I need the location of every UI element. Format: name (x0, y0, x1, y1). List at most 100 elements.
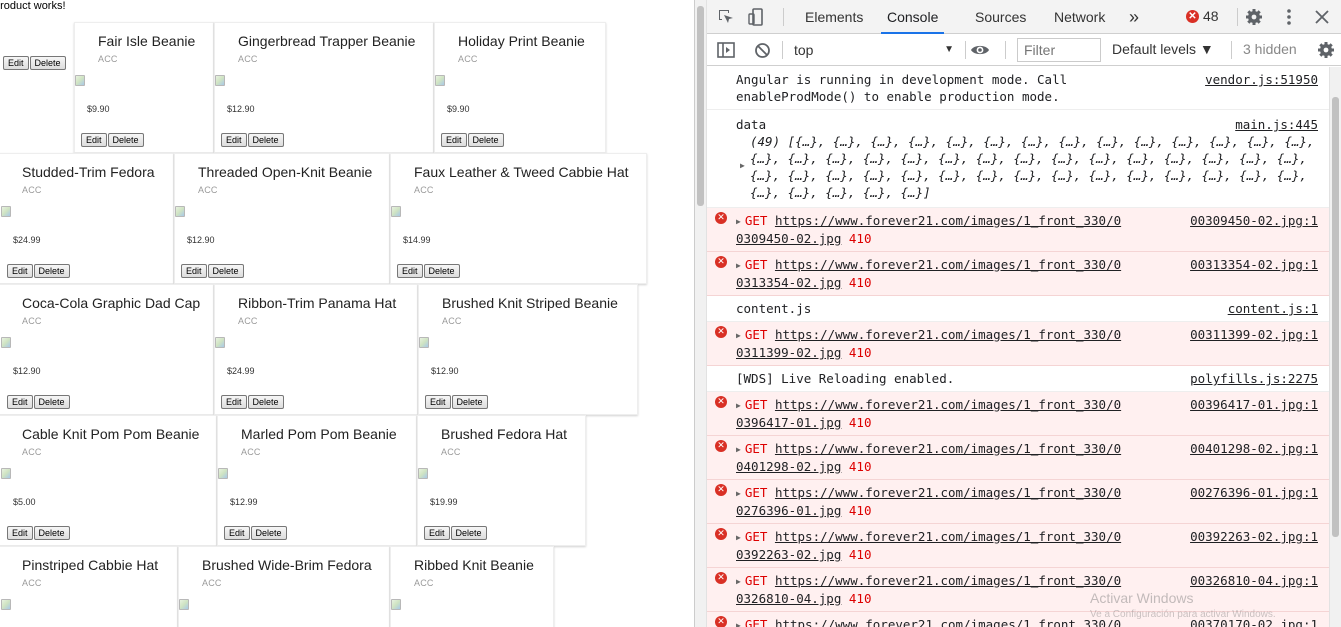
expand-triangle-icon[interactable]: ▶ (736, 257, 741, 274)
expand-triangle-icon[interactable]: ▶ (736, 573, 741, 590)
request-url-tail[interactable]: 0326810-04.jpg (736, 591, 841, 606)
delete-button[interactable]: Delete (107, 133, 144, 147)
tab-network[interactable]: Network (1054, 0, 1105, 34)
edit-button[interactable]: Edit (81, 133, 107, 147)
delete-button[interactable]: Delete (29, 56, 66, 70)
delete-button[interactable]: Delete (450, 526, 487, 540)
source-link[interactable]: content.js:1 (1228, 300, 1318, 317)
page-scrollbar[interactable] (695, 0, 707, 627)
expand-triangle-icon[interactable]: ▶ (736, 485, 741, 502)
request-url-tail[interactable]: 0276396-01.jpg (736, 503, 841, 518)
edit-button[interactable]: Edit (441, 133, 467, 147)
console-scrollbar[interactable] (1329, 67, 1341, 627)
inspect-icon[interactable] (716, 7, 736, 27)
error-icon: ✕ (715, 616, 727, 627)
request-url-tail[interactable]: 0401298-02.jpg (736, 459, 841, 474)
eye-icon[interactable] (970, 40, 990, 60)
settings-icon[interactable] (1244, 7, 1264, 27)
request-url[interactable]: https://www.forever21.com/images/1_front… (775, 573, 1121, 588)
request-url-tail[interactable]: 0396417-01.jpg (736, 415, 841, 430)
edit-button[interactable]: Edit (7, 395, 33, 409)
edit-button[interactable]: Edit (221, 395, 247, 409)
context-select[interactable]: top ▼ (794, 40, 954, 60)
edit-button[interactable]: Edit (3, 56, 29, 70)
edit-button[interactable]: Edit (7, 526, 33, 540)
product-title: Faux Leather & Tweed Cabbie Hat (414, 164, 629, 180)
log-levels-dropdown[interactable]: Default levels ▼ (1112, 41, 1214, 57)
source-link[interactable]: polyfills.js:2275 (1190, 370, 1318, 387)
device-toggle-icon[interactable] (747, 7, 767, 27)
delete-button[interactable]: Delete (33, 264, 70, 278)
request-url[interactable]: https://www.forever21.com/images/1_front… (775, 617, 1121, 627)
edit-button[interactable]: Edit (7, 264, 33, 278)
more-tabs-chevron-icon[interactable]: » (1129, 0, 1139, 34)
array-preview[interactable]: ▶ (49) [{…}, {…}, {…}, {…}, {…}, {…}, {…}… (736, 133, 1318, 201)
console-error-message: ✕ 00392263-02.jpg:1 ▶ GET https://www.forev… (707, 524, 1330, 568)
edit-button[interactable]: Edit (181, 264, 207, 278)
tab-console[interactable]: Console (881, 0, 945, 34)
delete-button[interactable]: Delete (423, 264, 460, 278)
close-icon[interactable] (1312, 7, 1332, 27)
product-category: ACC (22, 578, 42, 588)
tab-elements[interactable]: Elements (805, 0, 863, 34)
request-url-tail[interactable]: 0309450-02.jpg (736, 231, 841, 246)
filter-input[interactable] (1017, 38, 1101, 62)
expand-triangle-icon[interactable]: ▶ (736, 529, 741, 546)
console-error-message: ✕ 00401298-02.jpg:1 ▶ GET https://www.forev… (707, 436, 1330, 480)
delete-button[interactable]: Delete (250, 526, 287, 540)
broken-image-icon (1, 206, 11, 217)
request-url[interactable]: https://www.forever21.com/images/1_front… (775, 397, 1121, 412)
source-link[interactable]: 00313354-02.jpg:1 (1190, 256, 1318, 273)
source-link[interactable]: main.js:445 (1235, 116, 1318, 133)
expand-triangle-icon[interactable]: ▶ (736, 617, 741, 627)
request-url-tail[interactable]: 0311399-02.jpg (736, 345, 841, 360)
source-link[interactable]: 00326810-04.jpg:1 (1190, 572, 1318, 589)
expand-triangle-icon[interactable]: ▶ (736, 397, 741, 414)
request-url[interactable]: https://www.forever21.com/images/1_front… (775, 485, 1121, 500)
source-link[interactable]: 00392263-02.jpg:1 (1190, 528, 1318, 545)
edit-button[interactable]: Edit (425, 395, 451, 409)
delete-button[interactable]: Delete (33, 395, 70, 409)
request-url[interactable]: https://www.forever21.com/images/1_front… (775, 327, 1121, 342)
request-url-tail[interactable]: 0313354-02.jpg (736, 275, 841, 290)
error-icon: ✕ (715, 572, 727, 584)
broken-image-icon (215, 75, 225, 86)
expand-triangle-icon[interactable]: ▶ (736, 441, 741, 458)
request-url[interactable]: https://www.forever21.com/images/1_front… (775, 441, 1121, 456)
error-count-badge[interactable]: ✕ 48 (1186, 8, 1219, 24)
source-link[interactable]: 00396417-01.jpg:1 (1190, 396, 1318, 413)
sidebar-toggle-icon[interactable] (716, 40, 736, 60)
clear-console-icon[interactable] (752, 40, 772, 60)
expand-triangle-icon[interactable]: ▶ (740, 157, 745, 174)
page-scrollbar-thumb[interactable] (697, 6, 704, 206)
source-link[interactable]: vendor.js:51950 (1205, 71, 1318, 88)
delete-button[interactable]: Delete (451, 395, 488, 409)
delete-button[interactable]: Delete (33, 526, 70, 540)
broken-image-icon (1, 337, 11, 348)
edit-button[interactable]: Edit (224, 526, 250, 540)
source-link[interactable]: 00401298-02.jpg:1 (1190, 440, 1318, 457)
delete-button[interactable]: Delete (247, 133, 284, 147)
edit-button[interactable]: Edit (397, 264, 423, 278)
source-link[interactable]: 00276396-01.jpg:1 (1190, 484, 1318, 501)
request-method: GET (744, 397, 768, 412)
expand-triangle-icon[interactable]: ▶ (736, 327, 741, 344)
console-settings-icon[interactable] (1316, 40, 1336, 60)
source-link[interactable]: 00311399-02.jpg:1 (1190, 326, 1318, 343)
delete-button[interactable]: Delete (247, 395, 284, 409)
edit-button[interactable]: Edit (424, 526, 450, 540)
edit-button[interactable]: Edit (221, 133, 247, 147)
request-url[interactable]: https://www.forever21.com/images/1_front… (775, 213, 1121, 228)
tab-sources[interactable]: Sources (975, 0, 1026, 34)
product-price: $12.90 (431, 366, 459, 376)
console-scrollbar-thumb[interactable] (1332, 97, 1339, 537)
delete-button[interactable]: Delete (207, 264, 244, 278)
request-url[interactable]: https://www.forever21.com/images/1_front… (775, 529, 1121, 544)
request-url-tail[interactable]: 0392263-02.jpg (736, 547, 841, 562)
request-url[interactable]: https://www.forever21.com/images/1_front… (775, 257, 1121, 272)
source-link[interactable]: 00309450-02.jpg:1 (1190, 212, 1318, 229)
kebab-menu-icon[interactable] (1279, 7, 1299, 27)
expand-triangle-icon[interactable]: ▶ (736, 213, 741, 230)
context-value: top (794, 42, 814, 58)
delete-button[interactable]: Delete (467, 133, 504, 147)
